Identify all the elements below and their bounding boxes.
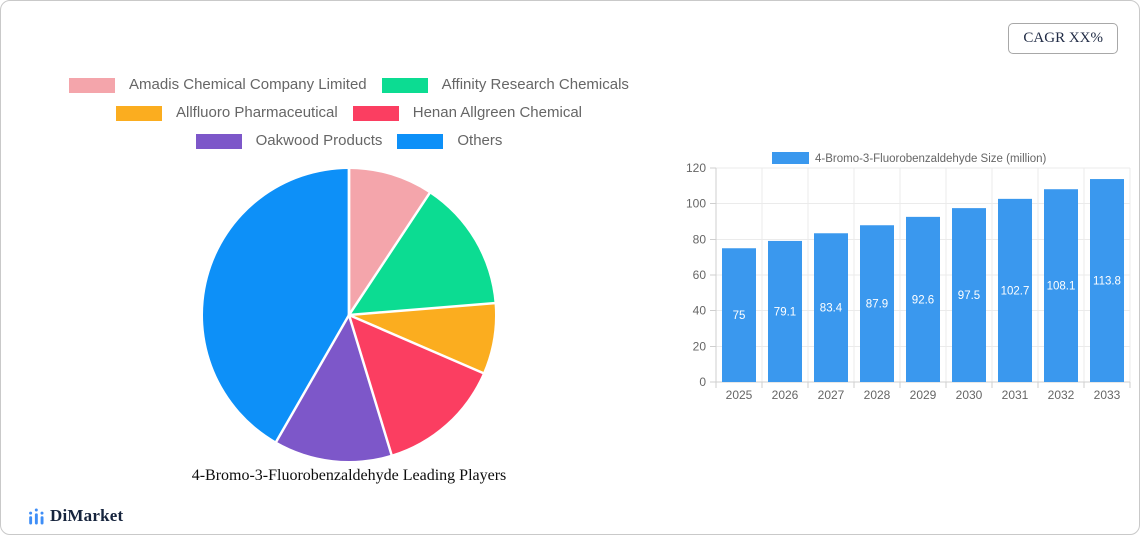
x-axis-tick-label: 2030: [956, 388, 983, 402]
legend-swatch: [381, 77, 428, 93]
legend-label: Oakwood Products: [255, 132, 383, 149]
x-axis-tick-label: 2027: [818, 388, 845, 402]
pie-legend: Amadis Chemical Company Limited Affinity …: [19, 77, 679, 149]
x-axis-tick-label: 2032: [1048, 388, 1075, 402]
x-axis-tick-label: 2031: [1002, 388, 1029, 402]
pie-chart: [202, 167, 496, 461]
bar-value-label: 108.1: [1047, 281, 1076, 293]
legend-label: Henan Allgreen Chemical: [412, 104, 582, 121]
bar-value-label: 83.4: [820, 303, 843, 315]
y-axis-tick-label: 40: [693, 304, 707, 318]
y-axis-tick-label: 0: [699, 375, 706, 389]
bar-value-label: 102.7: [1001, 285, 1030, 297]
legend-label: Others: [457, 132, 503, 149]
pie-legend-item[interactable]: Allfluoro Pharmaceutical: [115, 104, 338, 121]
bar-legend-swatch[interactable]: [772, 152, 809, 164]
y-axis-tick-label: 100: [686, 197, 706, 211]
bar-value-label: 113.8: [1093, 276, 1121, 288]
y-axis-tick-label: 60: [693, 268, 707, 282]
bar-chart-logo-icon: [29, 508, 44, 524]
pie-legend-item[interactable]: Affinity Research Chemicals: [381, 76, 629, 93]
pie-legend-item[interactable]: Amadis Chemical Company Limited: [69, 77, 367, 93]
x-axis-tick-label: 2028: [864, 388, 891, 402]
y-axis-tick-label: 120: [686, 161, 706, 175]
bar-value-label: 75: [733, 310, 746, 322]
y-axis-tick-label: 20: [693, 339, 707, 353]
x-axis-tick-label: 2025: [726, 388, 753, 402]
legend-label: Allfluoro Pharmaceutical: [175, 104, 338, 121]
legend-swatch: [115, 105, 162, 121]
bar-value-label: 97.5: [958, 290, 980, 302]
x-axis-tick-label: 2026: [772, 388, 799, 402]
bar-value-label: 92.6: [912, 294, 934, 306]
x-axis-tick-label: 2029: [910, 388, 937, 402]
pie-legend-item[interactable]: Henan Allgreen Chemical: [352, 104, 582, 121]
legend-swatch: [397, 133, 444, 149]
pie-chart-title: 4-Bromo-3-Fluorobenzaldehyde Leading Pla…: [191, 467, 507, 484]
bar-value-label: 79.1: [774, 306, 796, 318]
bar-legend-label[interactable]: 4-Bromo-3-Fluorobenzaldehyde Size (milli…: [815, 153, 1047, 165]
report-card: CAGR XX% Amadis Chemical Company Limited…: [0, 0, 1140, 535]
brand-logo-text: DiMarket: [50, 506, 124, 525]
legend-swatch: [352, 105, 399, 121]
brand-logo: DiMarket: [28, 506, 123, 526]
legend-swatch: [195, 133, 242, 149]
pie-legend-row: Oakwood Products Others: [195, 132, 502, 149]
x-axis-tick-label: 2033: [1094, 388, 1121, 402]
pie-legend-item[interactable]: Others: [397, 133, 502, 149]
pie-legend-row: Amadis Chemical Company Limited Affinity …: [69, 77, 629, 93]
legend-swatch: [69, 77, 116, 93]
bar-value-label: 87.9: [866, 299, 888, 311]
legend-label: Amadis Chemical Company Limited: [129, 76, 367, 93]
legend-label: Affinity Research Chemicals: [441, 76, 629, 93]
cagr-badge: CAGR XX%: [1008, 23, 1118, 54]
pie-legend-row: Allfluoro Pharmaceutical Henan Allgreen C…: [115, 104, 582, 121]
y-axis-tick-label: 80: [693, 232, 707, 246]
bar-chart: 0 20 40 60 80 100 120 75 2025 79.1 2026 83.4 2027 87.…: [686, 152, 1131, 402]
pie-legend-item[interactable]: Oakwood Products: [195, 132, 383, 149]
